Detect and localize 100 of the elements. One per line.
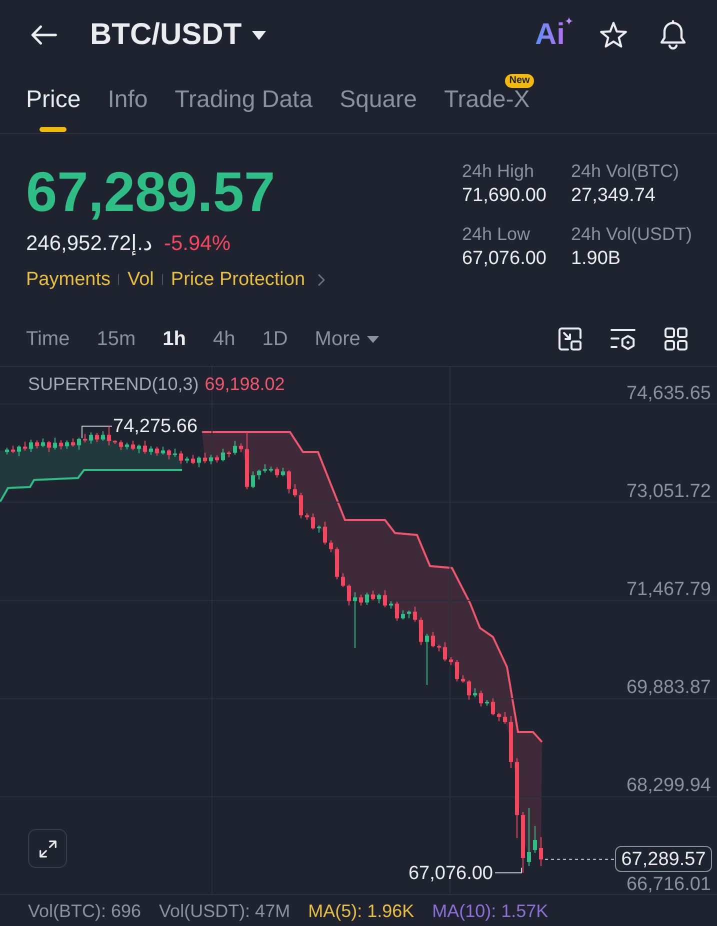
pair-selector[interactable]: BTC/USDT xyxy=(90,20,266,50)
price-axis-label: 69,883.87 xyxy=(626,678,711,698)
candle xyxy=(443,642,447,662)
indicator-value: 69,198.02 xyxy=(204,375,285,393)
candle xyxy=(509,716,513,768)
candle xyxy=(101,430,105,442)
candle xyxy=(137,444,141,454)
candle xyxy=(179,450,183,464)
candle xyxy=(41,438,45,448)
grid-icon[interactable] xyxy=(664,327,688,351)
candle xyxy=(527,808,531,866)
expand-button[interactable] xyxy=(28,829,67,868)
candle xyxy=(335,546,339,580)
candle xyxy=(65,440,69,450)
candle xyxy=(359,594,363,606)
interval-tab[interactable]: Time xyxy=(26,329,70,349)
stat-value: 27,349.74 xyxy=(570,186,656,205)
low-price-label: 67,076.00 xyxy=(408,864,493,883)
volume-legend-item: MA(10): 1.57K xyxy=(432,902,548,920)
price-axis-label: 74,635.65 xyxy=(626,384,711,402)
candle xyxy=(203,452,207,464)
low-marker-line xyxy=(494,867,522,874)
interval-tab[interactable]: 1D xyxy=(262,329,288,349)
price-axis-label: 66,716.01 xyxy=(626,874,711,894)
stat-value: 67,076.00 xyxy=(462,249,548,268)
candle xyxy=(89,432,93,444)
tab[interactable]: Trading Data xyxy=(174,70,313,133)
price-axis-label: 73,051.72 xyxy=(626,482,711,501)
candle xyxy=(263,464,267,474)
candle xyxy=(317,525,321,534)
candle xyxy=(95,432,99,442)
back-arrow-icon[interactable] xyxy=(31,25,57,45)
candle xyxy=(311,513,315,530)
tab[interactable]: Info xyxy=(108,70,148,133)
candle xyxy=(323,521,327,545)
candle xyxy=(149,446,153,456)
interval-tab[interactable]: 15m xyxy=(96,329,136,349)
candle xyxy=(185,456,189,464)
candle xyxy=(407,610,411,619)
interval-tab[interactable]: More xyxy=(314,329,380,349)
candle xyxy=(329,540,333,553)
interval-tab[interactable]: 1h xyxy=(162,329,186,349)
candle xyxy=(221,448,225,462)
candle xyxy=(485,700,489,706)
candle xyxy=(461,674,465,684)
tab-indicator xyxy=(40,127,67,132)
candle xyxy=(233,440,237,456)
caret-icon xyxy=(252,30,266,40)
chevron-right-icon[interactable] xyxy=(318,274,326,286)
candle xyxy=(5,447,9,455)
candle xyxy=(257,469,261,480)
candle xyxy=(155,446,159,456)
price-axis-label: 68,299.94 xyxy=(626,776,711,796)
tab[interactable]: Price xyxy=(26,70,81,133)
candle xyxy=(503,712,507,724)
candle xyxy=(383,590,387,608)
converted-price: 246,952.72د.إ xyxy=(26,233,152,254)
candle xyxy=(299,492,303,519)
price-axis-label: 71,467.79 xyxy=(626,580,711,599)
candle xyxy=(11,445,15,454)
info-link[interactable]: Price Protection xyxy=(170,270,306,289)
candle xyxy=(209,454,213,465)
candle xyxy=(467,680,471,700)
candle xyxy=(287,470,291,494)
indicator-name: SUPERTREND(10,3) xyxy=(28,375,199,393)
candle xyxy=(143,440,147,454)
info-link[interactable]: Vol xyxy=(127,270,154,289)
volume-legend-item: Vol(USDT): 47M xyxy=(159,902,290,920)
volume-legend-item: Vol(BTC): 696 xyxy=(28,902,142,920)
last-price: 67,289.57 xyxy=(26,164,276,220)
last-price-line xyxy=(544,858,614,860)
candle xyxy=(539,836,543,866)
new-badge: New xyxy=(505,74,534,88)
candle xyxy=(59,440,63,450)
candle xyxy=(269,466,273,473)
interval-tab[interactable]: 4h xyxy=(212,329,236,349)
candle xyxy=(191,454,195,465)
candle xyxy=(341,572,345,588)
bell-icon[interactable] xyxy=(659,20,687,50)
candle xyxy=(449,656,453,666)
candle xyxy=(215,454,219,464)
info-link[interactable]: Payments xyxy=(26,270,110,289)
tab[interactable]: Square xyxy=(340,70,417,133)
stat-label: 24h Vol(BTC) xyxy=(570,162,680,180)
candle xyxy=(113,440,117,444)
candle xyxy=(347,584,351,606)
candle xyxy=(365,592,369,606)
stat-value: 71,690.00 xyxy=(462,186,548,205)
star-icon[interactable] xyxy=(599,21,628,49)
volume-legend-item: MA(5): 1.96K xyxy=(308,902,414,920)
candle xyxy=(491,698,495,716)
candle xyxy=(107,426,111,446)
window-arrow-icon[interactable] xyxy=(558,327,582,351)
candle xyxy=(17,444,21,457)
candle xyxy=(479,690,483,707)
candle xyxy=(161,446,165,455)
candle xyxy=(23,441,27,452)
candle xyxy=(377,593,381,604)
candle xyxy=(521,812,525,874)
lines-hexagon-icon[interactable] xyxy=(610,327,636,351)
